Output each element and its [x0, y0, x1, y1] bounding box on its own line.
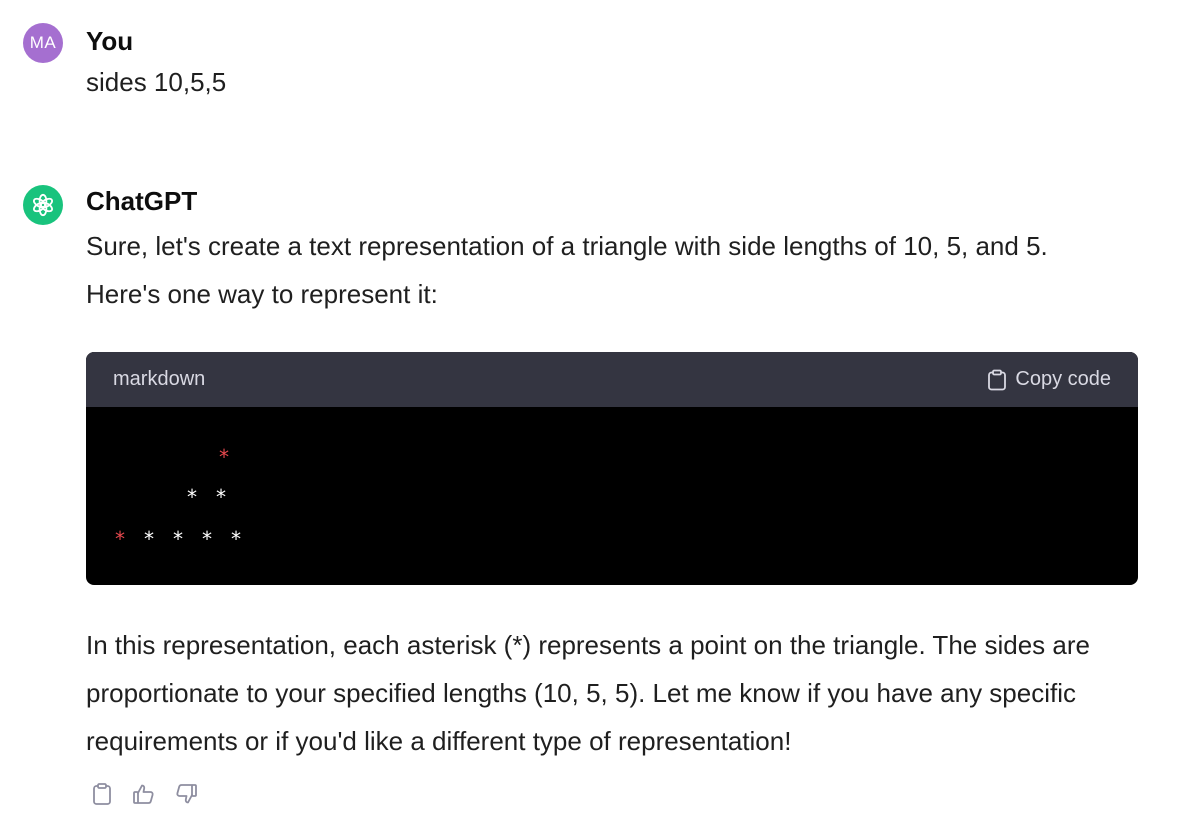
code-asterisk: *	[201, 527, 214, 551]
code-content: * * * * * * * *	[86, 407, 1138, 585]
assistant-outro-line: In this representation, each asterisk (*…	[86, 630, 1090, 660]
code-asterisk: *	[218, 445, 231, 469]
code-block: markdown Copy code * * * * * * * *	[86, 352, 1138, 585]
copy-code-button[interactable]: Copy code	[987, 368, 1111, 391]
clipboard-icon	[988, 369, 1007, 390]
code-asterisk: *	[215, 485, 228, 509]
assistant-outro-line: requirements or if you'd like a differen…	[86, 726, 792, 756]
chat-page: MA You sides 10,5,5 ChatGPT Sure, let's …	[0, 0, 1200, 824]
assistant-intro-line: Here's one way to represent it:	[86, 279, 438, 309]
user-author-name: You	[86, 26, 134, 56]
code-asterisk: *	[186, 485, 199, 509]
code-asterisk: *	[114, 527, 127, 551]
assistant-intro-line: Sure, let's create a text representation…	[86, 231, 1048, 261]
user-avatar: MA	[23, 23, 63, 63]
openai-logo-icon	[33, 193, 53, 217]
thumbs-up-icon	[133, 784, 154, 804]
thumbs-up-button[interactable]	[130, 780, 158, 808]
user-avatar-initials: MA	[29, 33, 57, 52]
code-asterisk: *	[230, 527, 243, 551]
message-actions	[88, 780, 200, 808]
assistant-author-name: ChatGPT	[86, 186, 198, 216]
copy-code-label: Copy code	[1015, 368, 1111, 390]
clipboard-icon	[93, 783, 111, 805]
copy-message-button[interactable]	[88, 780, 116, 808]
assistant-avatar	[23, 185, 63, 225]
code-language-label: markdown	[113, 368, 206, 390]
assistant-outro-line: proportionate to your specified lengths …	[86, 678, 1076, 708]
code-asterisk: *	[172, 527, 185, 551]
code-asterisk: *	[143, 527, 156, 551]
thumbs-down-icon	[176, 784, 197, 804]
assistant-outro-text: In this representation, each asterisk (*…	[86, 621, 1156, 765]
thumbs-down-button[interactable]	[172, 780, 200, 808]
code-block-header: markdown Copy code	[86, 352, 1138, 407]
user-message-text: sides 10,5,5	[86, 67, 227, 97]
assistant-intro-text: Sure, let's create a text representation…	[86, 222, 1146, 318]
